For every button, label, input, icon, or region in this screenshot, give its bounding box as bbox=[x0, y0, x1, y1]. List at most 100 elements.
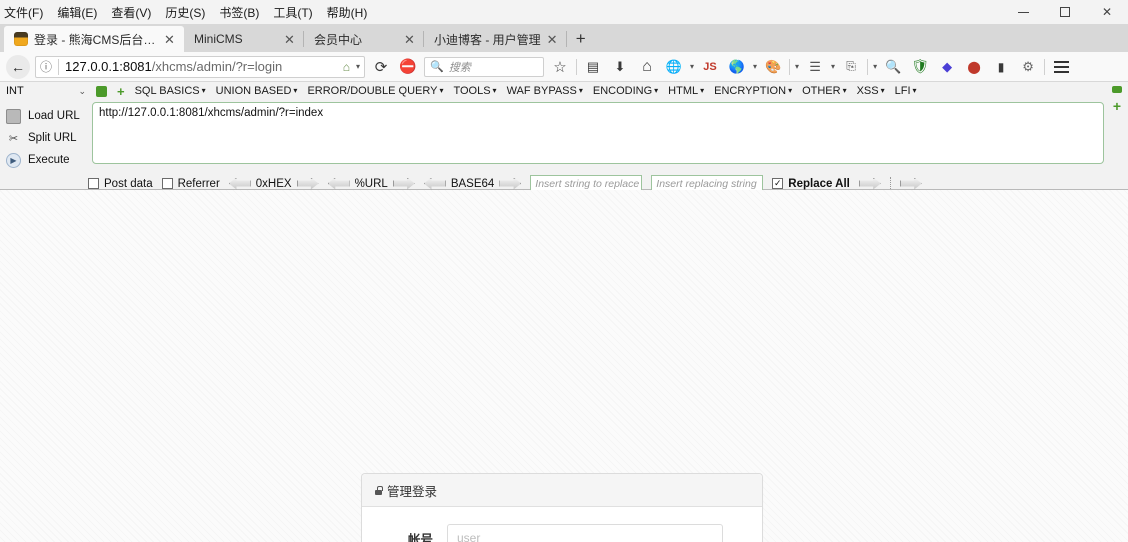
collapse-icon[interactable] bbox=[96, 85, 107, 97]
username-input[interactable]: user bbox=[447, 524, 723, 542]
menu-lfi[interactable]: LFI bbox=[895, 85, 917, 97]
tab-strip: 登录 - 熊海CMS后台管理... ✕ MiniCMS ✕ 会员中心 ✕ 小迪博… bbox=[0, 24, 1128, 52]
menu-file[interactable]: 文件(F) bbox=[4, 4, 43, 21]
tab-xiaodi-blog[interactable]: 小迪博客 - 用户管理 ✕ bbox=[424, 26, 567, 52]
menu-xss[interactable]: XSS bbox=[857, 85, 885, 97]
search-box[interactable]: 🔍 搜索 bbox=[424, 56, 544, 77]
checkbox-icon bbox=[88, 178, 99, 189]
menu-tools[interactable]: TOOLS bbox=[453, 85, 496, 97]
injection-type-select[interactable]: INT ⌄ bbox=[6, 83, 86, 99]
shield-extension-icon[interactable]: 🛡 bbox=[909, 56, 931, 78]
menu-view[interactable]: 查看(V) bbox=[111, 4, 151, 21]
minimize-button[interactable] bbox=[1002, 0, 1044, 24]
maximize-button[interactable] bbox=[1044, 0, 1086, 24]
proxy-extension-icon[interactable]: ☰ bbox=[804, 56, 826, 78]
menu-union-based[interactable]: UNION BASED bbox=[216, 85, 298, 97]
tab-label: MiniCMS bbox=[194, 32, 243, 46]
username-row: 帐号 user bbox=[362, 524, 762, 542]
chevron-down-icon[interactable]: ▾ bbox=[795, 62, 799, 71]
palette-extension-icon[interactable]: 🎨 bbox=[762, 56, 784, 78]
blue-gem-extension-icon[interactable]: ◆ bbox=[936, 56, 958, 78]
library-icon[interactable]: ▤ bbox=[582, 56, 604, 78]
menu-other[interactable]: OTHER bbox=[802, 85, 847, 97]
load-url-button[interactable]: Load URL bbox=[6, 105, 84, 127]
hackbar-action-list: Load URL ✂ Split URL ▶ Execute bbox=[6, 102, 84, 171]
tab-label: 小迪博客 - 用户管理 bbox=[434, 32, 541, 47]
menu-help[interactable]: 帮助(H) bbox=[327, 4, 368, 21]
tab-close-icon[interactable]: ✕ bbox=[284, 33, 298, 46]
address-bar[interactable]: ⓘ 127.0.0.1:8081/xhcms/admin/?r=login ⌂ … bbox=[35, 55, 365, 78]
tab-member-center[interactable]: 会员中心 ✕ bbox=[304, 26, 424, 52]
settings-extension-icon[interactable]: ⚙ bbox=[1017, 56, 1039, 78]
menu-html[interactable]: HTML bbox=[668, 85, 704, 97]
menu-waf-bypass[interactable]: WAF BYPASS bbox=[507, 85, 583, 97]
urlbar-divider bbox=[58, 58, 60, 75]
search-icon: 🔍 bbox=[430, 61, 444, 73]
encode-arrow-icon[interactable] bbox=[392, 177, 415, 190]
page-content: 管理登录 帐号 user 密码 Password 记住一个月 登录 重置 bbox=[0, 190, 1128, 542]
close-button[interactable]: ✕ bbox=[1086, 0, 1128, 24]
encode-arrow-icon[interactable] bbox=[296, 177, 319, 190]
toolbar-divider bbox=[576, 58, 577, 75]
home-indicator-icon[interactable]: ⌂ bbox=[343, 60, 350, 74]
chevron-down-icon[interactable]: ▾ bbox=[690, 62, 694, 71]
chevron-down-icon[interactable]: ▾ bbox=[753, 62, 757, 71]
encoder-base64: BASE64 bbox=[423, 177, 522, 190]
home-icon[interactable]: ⌂ bbox=[636, 56, 658, 78]
request-url-textarea[interactable]: http://127.0.0.1:8081/xhcms/admin/?r=ind… bbox=[92, 102, 1104, 164]
referrer-checkbox[interactable]: Referrer bbox=[161, 178, 220, 190]
tab-close-icon[interactable]: ✕ bbox=[164, 33, 178, 46]
adblock-plus-icon[interactable]: ⬤ bbox=[963, 56, 985, 78]
menu-bookmarks[interactable]: 书签(B) bbox=[219, 4, 259, 21]
bookmark-star-icon[interactable]: ☆ bbox=[549, 56, 571, 78]
split-url-icon: ✂ bbox=[8, 132, 19, 145]
lock-icon bbox=[375, 485, 383, 495]
encoder-label-base64: BASE64 bbox=[450, 177, 495, 190]
control-divider bbox=[889, 176, 891, 191]
tab-close-icon[interactable]: ✕ bbox=[404, 33, 418, 46]
address-bar-text: 127.0.0.1:8081/xhcms/admin/?r=login bbox=[65, 59, 337, 74]
menu-tools[interactable]: 工具(T) bbox=[273, 4, 312, 21]
chevron-down-icon[interactable]: ▾ bbox=[831, 62, 835, 71]
hackbar-controls-row: Post data Referrer 0xHEX %URL BASE64 Ins… bbox=[0, 171, 1128, 192]
chevron-down-icon[interactable]: ▾ bbox=[873, 62, 877, 71]
replace-all-checkbox[interactable]: ✓ Replace All bbox=[772, 178, 850, 190]
copy-page-icon[interactable]: ⎘ bbox=[840, 56, 862, 78]
back-button[interactable]: ← bbox=[6, 54, 30, 79]
menu-error-double-query[interactable]: ERROR/DOUBLE QUERY bbox=[307, 85, 443, 97]
minimize-panel-icon[interactable] bbox=[1112, 86, 1122, 93]
encode-arrow-icon[interactable] bbox=[499, 177, 522, 190]
split-url-button[interactable]: ✂ Split URL bbox=[6, 127, 84, 149]
decode-arrow-icon[interactable] bbox=[327, 177, 350, 190]
chevron-down-icon: ⌄ bbox=[78, 85, 86, 96]
tab-login-xhcms[interactable]: 登录 - 熊海CMS后台管理... ✕ bbox=[4, 26, 184, 52]
reload-button[interactable]: ⟳ bbox=[370, 56, 392, 78]
post-data-checkbox[interactable]: Post data bbox=[88, 178, 153, 190]
tab-close-icon[interactable]: ✕ bbox=[547, 33, 561, 46]
close-icon: ✕ bbox=[1101, 5, 1113, 19]
menu-sql-basics[interactable]: SQL BASICS bbox=[135, 85, 206, 97]
browser-menu-button[interactable] bbox=[1050, 56, 1072, 78]
execute-button[interactable]: ▶ Execute bbox=[6, 149, 84, 171]
replace-apply-arrow-icon[interactable] bbox=[858, 177, 881, 190]
menu-encryption[interactable]: ENCRYPTION bbox=[714, 85, 792, 97]
decode-arrow-icon[interactable] bbox=[423, 177, 446, 190]
replace-extra-arrow-icon[interactable] bbox=[899, 177, 922, 190]
expand-icon[interactable]: + bbox=[117, 85, 125, 98]
menu-edit[interactable]: 编辑(E) bbox=[57, 4, 97, 21]
menu-history[interactable]: 历史(S) bbox=[165, 4, 205, 21]
noscript-icon[interactable]: ⛔ bbox=[397, 56, 419, 78]
translate-extension-icon[interactable]: 🌎 bbox=[726, 56, 748, 78]
page-info-icon[interactable]: ⓘ bbox=[40, 58, 52, 75]
decode-arrow-icon[interactable] bbox=[228, 177, 251, 190]
downloads-icon[interactable]: ⬇ bbox=[609, 56, 631, 78]
new-tab-button[interactable]: + bbox=[567, 26, 595, 52]
javascript-toggle-icon[interactable]: JS bbox=[699, 56, 721, 78]
globe-extension-icon[interactable]: 🌐 bbox=[663, 56, 685, 78]
chevron-down-icon[interactable]: ▾ bbox=[356, 62, 360, 71]
tab-minicms[interactable]: MiniCMS ✕ bbox=[184, 26, 304, 52]
menu-encoding[interactable]: ENCODING bbox=[593, 85, 658, 97]
colored-extension-icon[interactable]: ▮ bbox=[990, 56, 1012, 78]
zoom-search-icon[interactable]: 🔍 bbox=[882, 56, 904, 78]
add-panel-icon[interactable]: + bbox=[1113, 99, 1121, 113]
